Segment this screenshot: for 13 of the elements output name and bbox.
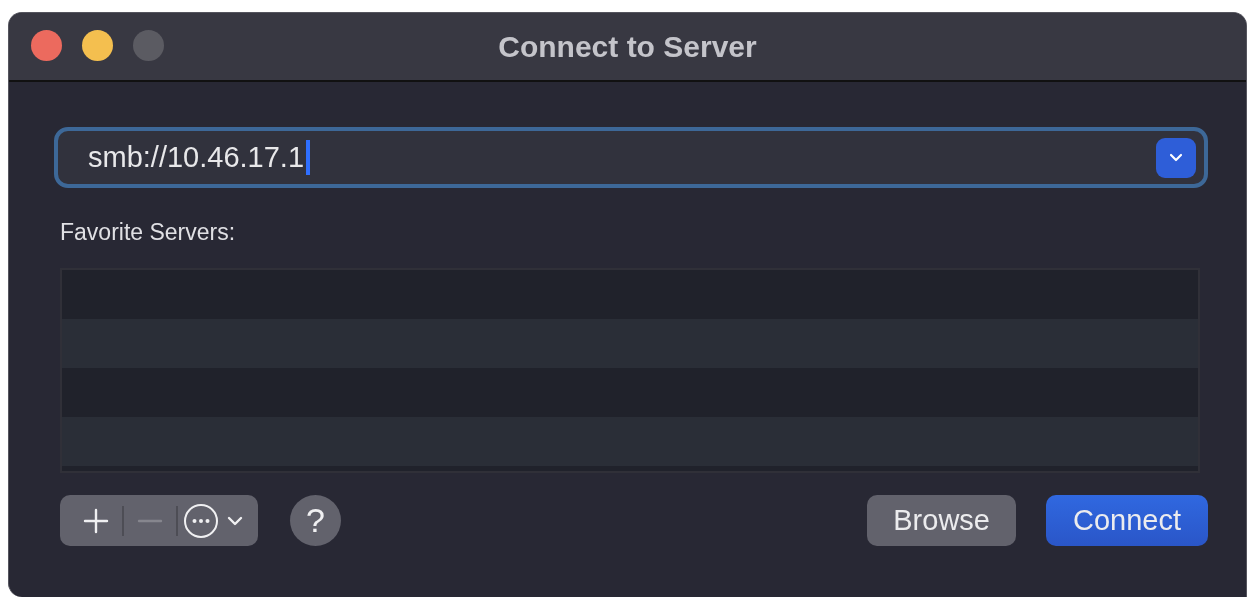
minimize-window-button[interactable] bbox=[82, 30, 113, 61]
server-address-field[interactable]: smb://10.46.17.1 bbox=[54, 127, 1208, 188]
window-title: Connect to Server bbox=[498, 29, 757, 64]
plus-icon bbox=[83, 507, 109, 534]
dropdown-button[interactable] bbox=[1156, 137, 1196, 178]
help-button[interactable]: ? bbox=[290, 495, 341, 546]
close-window-button[interactable] bbox=[31, 30, 62, 61]
favorites-label: Favorite Servers: bbox=[60, 219, 237, 246]
minus-icon bbox=[137, 518, 163, 523]
connect-button[interactable]: Connect bbox=[1046, 495, 1208, 546]
browse-button[interactable]: Browse bbox=[867, 495, 1016, 546]
chevron-down-icon bbox=[1169, 152, 1183, 163]
more-options-icon bbox=[183, 502, 243, 539]
